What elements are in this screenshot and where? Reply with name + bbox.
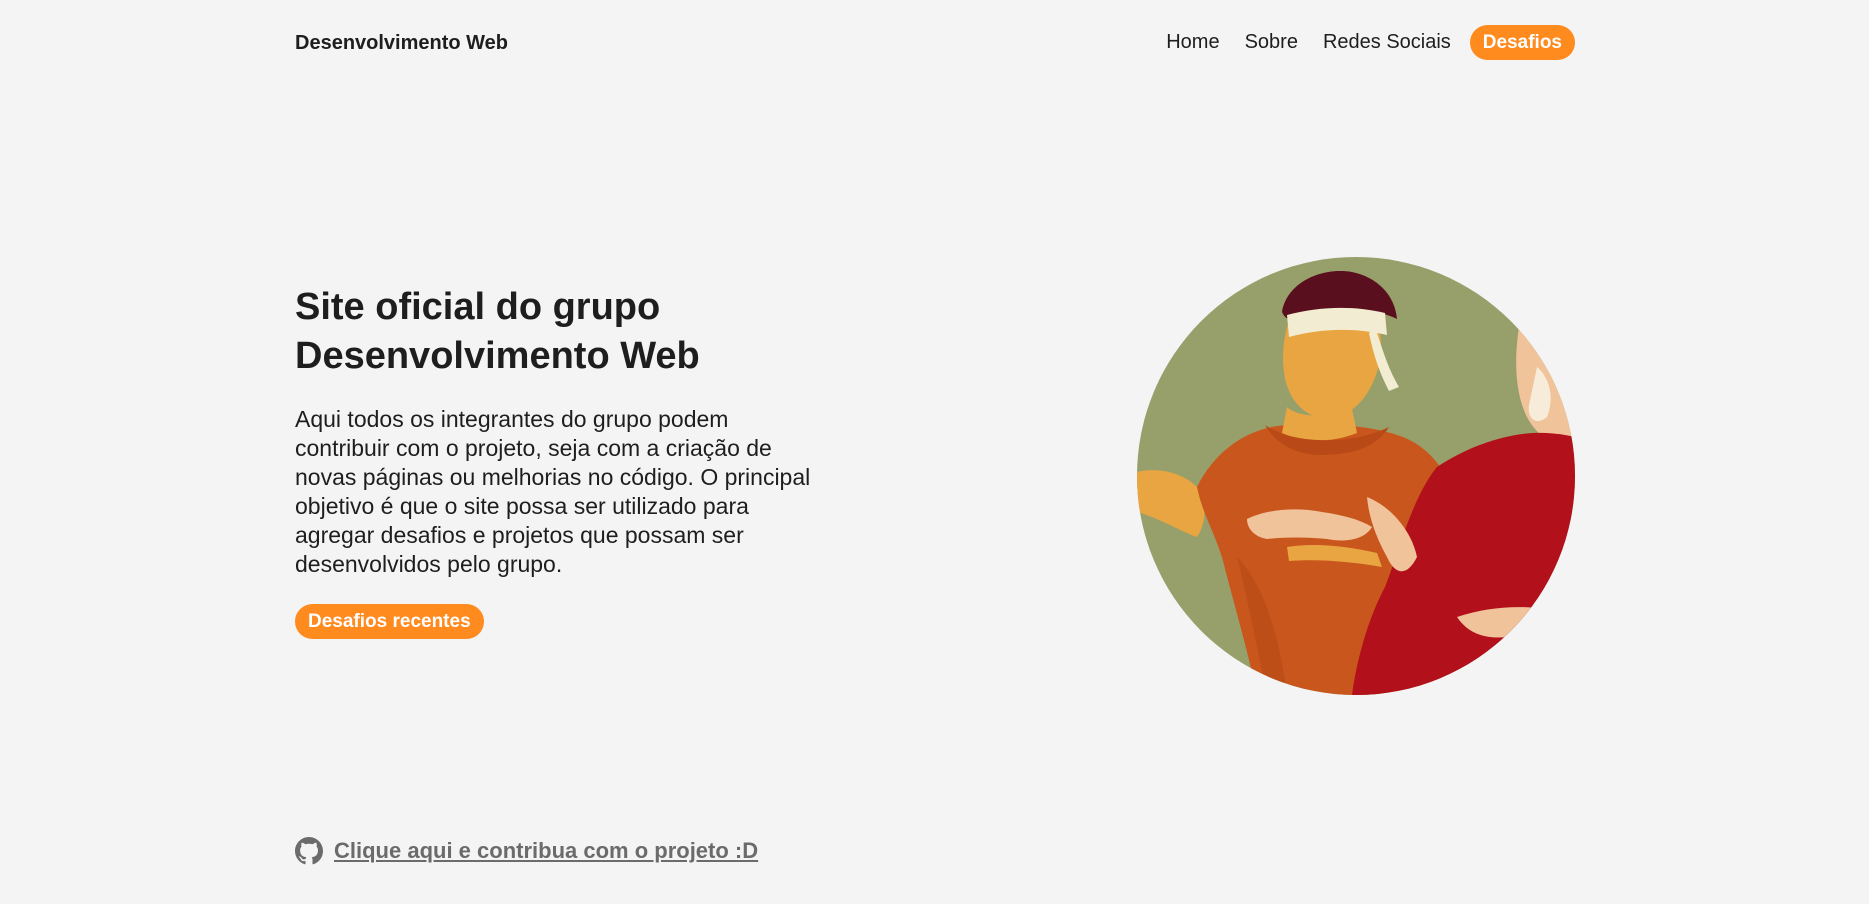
hero-description-line: novas páginas ou melhorias no código. O … xyxy=(295,464,811,490)
hero-description-line: agregar desafios e projetos que possam s… xyxy=(295,522,744,548)
contribute-footer: Clique aqui e contribua com o projeto :D xyxy=(295,836,758,866)
hero-title: Site oficial do grupo Desenvolvimento We… xyxy=(295,283,895,381)
page: Desenvolvimento Web Home Sobre Redes Soc… xyxy=(0,0,1869,904)
hero-title-line: Desenvolvimento Web xyxy=(295,335,700,377)
nav-home-link[interactable]: Home xyxy=(1166,31,1219,54)
hero-title-line: Site oficial do grupo xyxy=(295,286,661,328)
github-icon[interactable] xyxy=(295,837,323,865)
main-nav: Home Sobre Redes Sociais Desafios xyxy=(1166,24,1575,60)
group-illustration xyxy=(1137,257,1575,695)
hero-description: Aqui todos os integrantes do grupo podem… xyxy=(295,405,895,579)
nav-redes-sociais-link[interactable]: Redes Sociais xyxy=(1323,31,1451,54)
site-header: Desenvolvimento Web Home Sobre Redes Soc… xyxy=(295,24,1575,62)
hero-description-line: contribuir com o projeto, seja com a cri… xyxy=(295,435,772,461)
hero-description-line: desenvolvidos pelo grupo. xyxy=(295,551,563,577)
hero-description-line: objetivo é que o site possa ser utilizad… xyxy=(295,493,749,519)
nav-sobre-link[interactable]: Sobre xyxy=(1245,31,1298,54)
nav-desafios-button[interactable]: Desafios xyxy=(1469,24,1575,60)
brand-logo-text[interactable]: Desenvolvimento Web xyxy=(295,32,508,55)
hero-description-line: Aqui todos os integrantes do grupo podem xyxy=(295,406,729,432)
desafios-recentes-button[interactable]: Desafios recentes xyxy=(295,604,484,639)
contribute-link[interactable]: Clique aqui e contribua com o projeto :D xyxy=(334,838,758,864)
